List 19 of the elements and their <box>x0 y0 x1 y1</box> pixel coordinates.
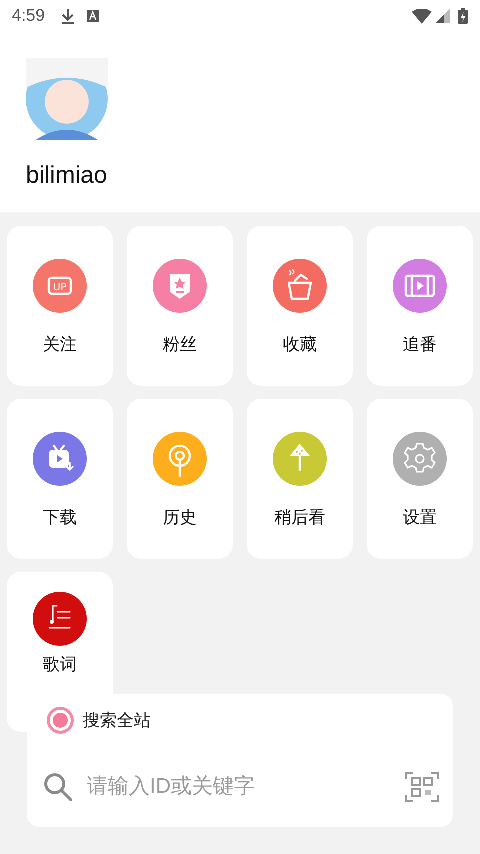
search-input[interactable]: 请输入ID或关键字 <box>87 771 405 803</box>
search-icon <box>43 772 73 802</box>
menu-tile[interactable]: 设置 <box>367 399 473 559</box>
clock: 4:59 <box>12 5 46 28</box>
menu-tile[interactable]: 收藏 <box>247 226 353 386</box>
menu-tile[interactable]: 历史 <box>127 399 233 559</box>
username: bilimiao <box>26 162 108 190</box>
up-badge-icon: UP <box>33 259 87 313</box>
wifi-icon <box>412 8 432 24</box>
signal-icon <box>436 9 450 23</box>
menu-tile[interactable]: 追番 <box>367 226 473 386</box>
menu-tile[interactable]: 下载 <box>7 399 113 559</box>
menu-tile[interactable]: 稍后看 <box>247 399 353 559</box>
search-field[interactable]: 请输入ID或关键字 <box>43 764 439 810</box>
battery-icon <box>458 8 468 24</box>
download-icon <box>61 8 76 24</box>
qr-scan-icon[interactable] <box>405 772 439 802</box>
menu-tile[interactable]: UP 关注 <box>7 226 113 386</box>
menu-tile[interactable]: 粉丝 <box>127 226 233 386</box>
